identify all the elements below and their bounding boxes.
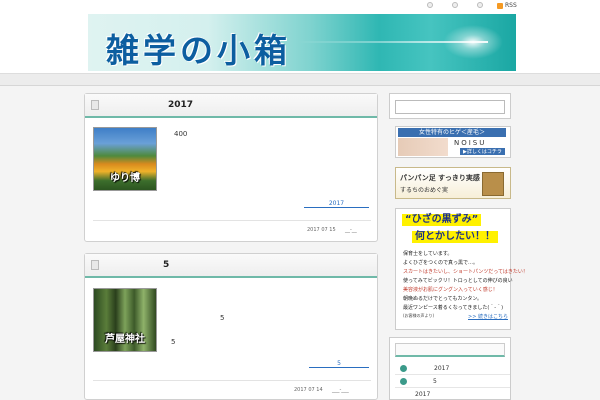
ad-banner-3[interactable]: “ひざの黒ずみ” 何とかしたい！！ 保育士をしています。 よくひざをつくので真っ… [395, 208, 528, 330]
post-excerpt: 400 [174, 130, 188, 138]
sidebar-item-label: 2017 [434, 365, 450, 372]
thumbnail-label: 芦屋神社 [105, 334, 145, 345]
sidebar-item-label: 2017 [415, 391, 431, 398]
post-divider [93, 380, 371, 381]
bullet-icon [400, 365, 407, 372]
ad-banner-1-headline: 女性特有のヒゲ＜産毛＞ [398, 128, 506, 137]
post-title[interactable]: 5 [163, 260, 169, 270]
ad-text: スカートはきたいし、ショートパンツだってはきたい！ [403, 269, 528, 275]
post-divider [93, 220, 371, 221]
ad-banner-1[interactable]: 女性特有のヒゲ＜産毛＞ NOISU ▶詳しくはコチラ [395, 126, 511, 158]
bullet-icon [400, 378, 407, 385]
top-nav-dot-icon[interactable] [452, 2, 458, 9]
ad-banner-1-image [398, 138, 448, 156]
banner-glow [438, 22, 508, 62]
post-header: 2017 [85, 94, 377, 118]
widget-header [395, 343, 505, 357]
post-pin-icon [91, 260, 99, 270]
sidebar-item[interactable]: 2017 [395, 362, 510, 375]
read-more-link[interactable]: 5 [309, 360, 369, 368]
post-thumbnail[interactable]: ゆり博 [93, 127, 157, 191]
ad-text: 最近ワンピース着るくなってきました(＾-＾) [403, 305, 504, 311]
post-date: 2017 07 14 [294, 387, 323, 393]
site-title: 雑学の小箱 [106, 31, 291, 70]
ad-text: (お客様の声より) [403, 313, 435, 318]
post-title[interactable]: 2017 [168, 100, 193, 110]
ad-banner-1-link: ▶詳しくはコチラ [460, 148, 505, 155]
post-excerpt: 5 [171, 338, 176, 346]
post-category[interactable]: __-__ [345, 227, 357, 233]
thumbnail-label: ゆり博 [110, 173, 140, 184]
ad-banner-2[interactable]: パンパン足 すっきり実感 するちのおめぐ実 [395, 167, 511, 199]
top-nav-dot-icon[interactable] [427, 2, 433, 9]
ad-text: 朝晩ぬるだけでとってもカンタン。 [403, 296, 483, 302]
ad-banner-2-line2: するちのおめぐ実 [400, 187, 449, 194]
post-pin-icon [91, 100, 99, 110]
ad-text: 美容液がお肌にグングン入っていく感じ！ [403, 287, 498, 293]
post-excerpt: 5 [220, 314, 225, 322]
rss-icon [497, 2, 503, 9]
ad-banner-1-brand: NOISU [454, 139, 487, 147]
sidebar-item[interactable]: 2017 [395, 388, 510, 400]
ad-text: 保育士をしています。 [403, 251, 453, 257]
top-bar: RSS [0, 0, 600, 12]
ad-more-link[interactable]: >> 続きはこちら [468, 313, 508, 320]
ad-banner-2-product [482, 172, 504, 196]
read-more-link[interactable]: 2017 [304, 200, 369, 208]
nav-bar [0, 74, 600, 86]
sidebar-item[interactable]: 5 [395, 375, 510, 388]
sidebar-item-label: 5 [433, 378, 437, 385]
ad-headline: 何とかしたい！！ [412, 231, 498, 243]
rss-label: RSS [505, 2, 517, 9]
ad-text: 使ってみてビックリ！トロっとしての伸びの良い [403, 278, 513, 284]
rss-link[interactable]: RSS [497, 2, 517, 9]
post-date: 2017 07 15 [307, 227, 336, 233]
search-input[interactable] [395, 100, 505, 114]
post-category[interactable]: ___-___ [332, 387, 349, 393]
ad-banner-2-line1: パンパン足 すっきり実感 [400, 174, 480, 182]
ad-text: よくひざをつくので真っ黒で…。 [403, 260, 479, 266]
post-header: 5 [85, 254, 377, 278]
site-banner[interactable]: 雑学の小箱 [88, 14, 516, 71]
post-thumbnail[interactable]: 芦屋神社 [93, 288, 157, 352]
ad-headline: “ひざの黒ずみ” [402, 214, 482, 226]
top-nav-dot-icon[interactable] [477, 2, 483, 9]
